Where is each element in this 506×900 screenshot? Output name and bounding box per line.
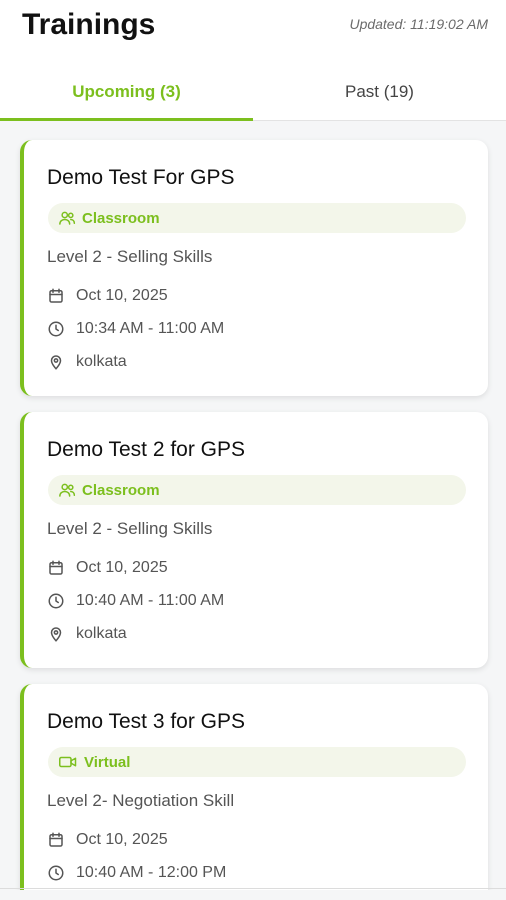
users-icon: [59, 211, 76, 225]
training-location: kolkata: [76, 353, 127, 370]
bottom-divider: [0, 888, 506, 889]
training-location: kolkata: [76, 625, 127, 642]
training-title: Demo Test 3 for GPS: [47, 710, 246, 733]
training-type-chip: Classroom: [48, 203, 466, 233]
training-type-chip: Classroom: [48, 475, 466, 505]
training-date-row: Oct 10, 2025: [47, 287, 168, 305]
users-icon: [59, 483, 76, 497]
training-time: 10:34 AM - 11:00 AM: [76, 320, 225, 337]
training-card[interactable]: Demo Test 3 for GPS Virtual Level 2- Neg…: [20, 684, 488, 890]
video-icon: [59, 756, 77, 768]
location-pin-icon: [47, 353, 65, 371]
training-level: Level 2- Negotiation Skill: [47, 791, 235, 810]
tab-past[interactable]: Past (19): [253, 66, 506, 118]
training-location-row: kolkata: [47, 625, 127, 643]
clock-icon: [47, 864, 65, 882]
training-type-label: Virtual: [84, 753, 131, 771]
training-time-row: 10:40 AM - 12:00 PM: [47, 864, 226, 882]
training-card[interactable]: Demo Test For GPS Classroom Level 2 - Se…: [20, 140, 488, 396]
clock-icon: [47, 320, 65, 338]
training-date: Oct 10, 2025: [76, 287, 168, 304]
training-date-row: Oct 10, 2025: [47, 831, 168, 849]
training-level: Level 2 - Selling Skills: [47, 519, 213, 538]
clock-icon: [47, 592, 65, 610]
calendar-icon: [47, 831, 65, 849]
training-time: 10:40 AM - 11:00 AM: [76, 592, 225, 609]
training-type-label: Classroom: [82, 481, 160, 499]
tab-upcoming[interactable]: Upcoming (3): [0, 66, 253, 118]
app-header: Trainings Updated: 11:19:02 AM Upcoming …: [0, 0, 506, 121]
training-date-row: Oct 10, 2025: [47, 559, 168, 577]
tab-bar: Upcoming (3) Past (19): [0, 66, 506, 121]
training-location-row: kolkata: [47, 353, 127, 371]
training-title: Demo Test 2 for GPS: [47, 438, 246, 461]
location-pin-icon: [47, 625, 65, 643]
training-card[interactable]: Demo Test 2 for GPS Classroom Level 2 - …: [20, 412, 488, 668]
training-level: Level 2 - Selling Skills: [47, 247, 213, 266]
calendar-icon: [47, 559, 65, 577]
training-type-label: Classroom: [82, 209, 160, 227]
training-time-row: 10:34 AM - 11:00 AM: [47, 320, 224, 338]
calendar-icon: [47, 287, 65, 305]
training-time: 10:40 AM - 12:00 PM: [76, 864, 227, 881]
page-title: Trainings: [22, 8, 156, 41]
training-title: Demo Test For GPS: [47, 166, 235, 189]
training-type-chip: Virtual: [48, 747, 466, 777]
updated-timestamp: Updated: 11:19:02 AM: [349, 16, 488, 32]
training-time-row: 10:40 AM - 11:00 AM: [47, 592, 224, 610]
training-list[interactable]: Demo Test For GPS Classroom Level 2 - Se…: [0, 120, 506, 890]
training-date: Oct 10, 2025: [76, 831, 168, 848]
training-date: Oct 10, 2025: [76, 559, 168, 576]
